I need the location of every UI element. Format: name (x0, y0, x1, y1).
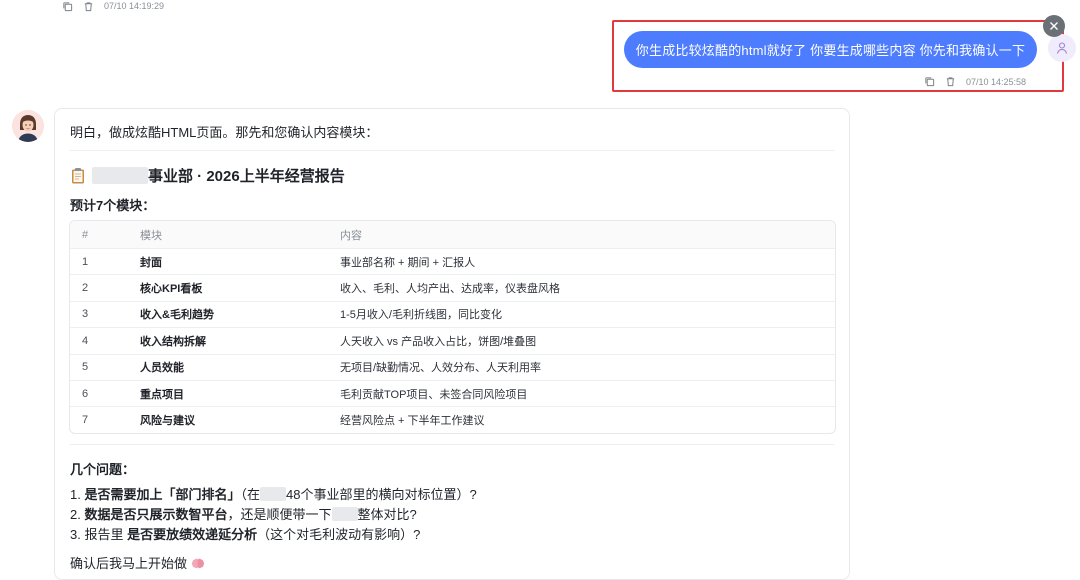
table-row: 3 收入&毛利趋势 1-5月收入/毛利折线图，同比变化 (70, 300, 835, 327)
close-icon (1050, 22, 1058, 30)
brain-icon (191, 558, 205, 568)
module-content: 事业部名称 + 期间 + 汇报人 (340, 256, 476, 269)
question-item: 1. 是否需要加上「部门排名」（在 48个事业部里的横向对标位置）? (70, 485, 477, 505)
column-header: 内容 (340, 229, 362, 242)
module-name: 核心KPI看板 (140, 283, 203, 296)
row-number: 4 (82, 334, 89, 347)
person-icon (1056, 42, 1068, 54)
assistant-intro-text: 明白，做成炫酷HTML页面。那先和您确认内容模块： (70, 125, 379, 140)
message-timestamp: 07/10 14:19:29 (104, 1, 165, 11)
user-message-meta: 07/10 14:25:58 (924, 76, 1026, 87)
question-bold: 数据是否只展示数智平台 (84, 507, 228, 522)
closing-text: 确认后我马上开始做 (70, 556, 188, 571)
module-name: 重点项目 (140, 388, 184, 401)
module-content: 收入、毛利、人均产出、达成率，仪表盘风格 (340, 283, 560, 296)
module-content: 经营风险点 + 下半年工作建议 (340, 415, 485, 428)
question-item: 2. 数据是否只展示数智平台，还是顺便带一下 整体对比? (70, 505, 477, 525)
row-number: 2 (82, 282, 89, 295)
column-header: 模块 (140, 229, 162, 242)
module-content: 无项目/缺勤情况、人效分布、人天利用率 (340, 362, 542, 375)
question-prefix: 2. (70, 507, 85, 522)
question-text: （在 (240, 487, 260, 502)
question-text: ，还是顺便带一下 (227, 507, 332, 522)
question-text: 整体对比? (357, 507, 417, 522)
table-row: 4 收入结构拆解 人天收入 vs 产品收入占比，饼图/堆叠图 (70, 327, 835, 353)
previous-message-meta: 07/10 14:19:29 (62, 0, 164, 12)
assistant-message-card: 明白，做成炫酷HTML页面。那先和您确认内容模块： 事业部 · 2026上半年经… (54, 108, 850, 580)
module-name: 收入&毛利趋势 (140, 309, 214, 322)
clipboard-icon (72, 168, 84, 184)
table-row: 6 重点项目 毛利贡献TOP项目、未签合同风险项目 (70, 379, 835, 406)
table-row: 7 风险与建议 经营风险点 + 下半年工作建议 (70, 406, 835, 432)
table-header-row: # 模块 内容 (70, 221, 835, 248)
delete-icon[interactable] (945, 76, 956, 87)
row-number: 1 (82, 255, 89, 268)
module-name: 收入结构拆解 (140, 335, 206, 348)
column-header: # (82, 228, 89, 241)
question-item: 3. 报告里 是否要放绩效递延分析（这个对毛利波动有影响）? (70, 525, 477, 545)
module-name: 人员效能 (140, 362, 184, 375)
question-prefix: 1. (70, 487, 85, 502)
question-bold: 是否需要加上「部门排名」 (84, 487, 241, 502)
modules-heading: 预计7个模块： (70, 198, 156, 213)
report-title: 事业部 · 2026上半年经营报告 (70, 165, 345, 186)
user-avatar[interactable] (1048, 34, 1076, 62)
message-timestamp: 07/10 14:25:58 (966, 76, 1027, 87)
redacted-block (260, 487, 286, 501)
redacted-block (92, 167, 148, 184)
module-name: 封面 (140, 256, 162, 269)
question-prefix: 3. 报告里 (70, 527, 128, 542)
divider (70, 150, 834, 151)
user-message-bubble: 你生成比较炫酷的html就好了 你要生成哪些内容 你先和我确认一下 (624, 31, 1037, 68)
delete-icon[interactable] (83, 1, 94, 12)
module-content: 毛利贡献TOP项目、未签合同风险项目 (340, 388, 528, 401)
question-bold: 是否要放绩效递延分析 (127, 527, 258, 542)
close-button[interactable] (1043, 15, 1065, 37)
row-number: 3 (82, 308, 89, 321)
questions-list: 1. 是否需要加上「部门排名」（在 48个事业部里的横向对标位置）? 2. 数据是… (70, 485, 477, 545)
questions-heading: 几个问题： (70, 462, 136, 477)
question-text: （这个对毛利波动有影响）? (257, 527, 421, 542)
row-number: 7 (82, 414, 89, 427)
row-number: 6 (82, 387, 89, 400)
copy-icon[interactable] (62, 1, 73, 12)
module-content: 人天收入 vs 产品收入占比，饼图/堆叠图 (340, 335, 537, 348)
module-content: 1-5月收入/毛利折线图，同比变化 (340, 309, 502, 322)
question-text: 48个事业部里的横向对标位置）? (286, 487, 477, 502)
report-title-text: 事业部 · 2026上半年经营报告 (148, 168, 345, 185)
closing-line: 确认后我马上开始做 (70, 553, 205, 572)
assistant-avatar (12, 110, 44, 142)
table-row: 2 核心KPI看板 收入、毛利、人均产出、达成率，仪表盘风格 (70, 274, 835, 300)
redacted-block (331, 507, 358, 521)
divider (70, 444, 834, 445)
copy-icon[interactable] (924, 76, 935, 87)
module-name: 风险与建议 (140, 415, 195, 428)
modules-table: # 模块 内容 1 封面 事业部名称 + 期间 + 汇报人 2 核心KPI看板 … (69, 220, 836, 434)
row-number: 5 (82, 361, 89, 374)
table-row: 5 人员效能 无项目/缺勤情况、人效分布、人天利用率 (70, 353, 835, 380)
table-row: 1 封面 事业部名称 + 期间 + 汇报人 (70, 248, 835, 274)
